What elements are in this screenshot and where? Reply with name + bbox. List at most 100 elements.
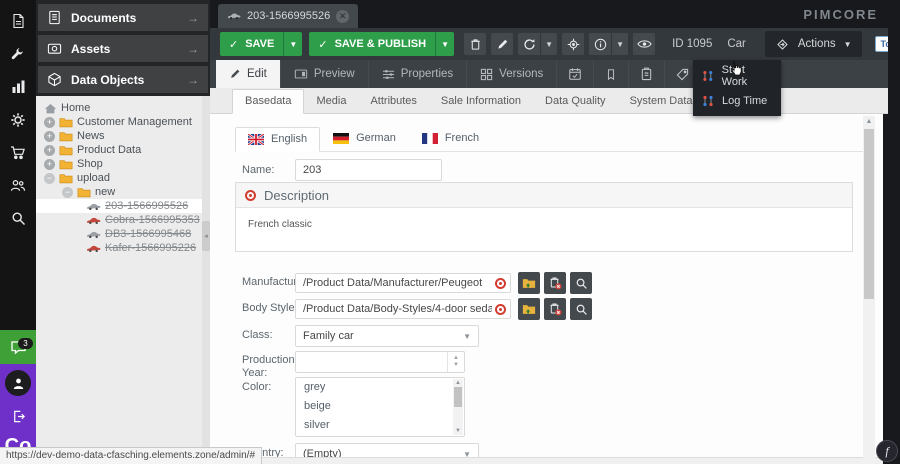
info-dropdown-caret[interactable]: ▼ bbox=[611, 33, 628, 55]
pencil-icon bbox=[496, 38, 509, 51]
body-style-remove-button[interactable] bbox=[544, 298, 566, 320]
chat-button[interactable]: 3 bbox=[0, 330, 36, 364]
body-style-open-button[interactable] bbox=[518, 298, 540, 320]
spinner-arrows[interactable]: ▲▼ bbox=[447, 352, 464, 372]
file-icon[interactable] bbox=[0, 4, 36, 37]
language-tab-french[interactable]: French bbox=[409, 126, 492, 151]
scroll-up-icon[interactable]: ▲ bbox=[863, 118, 875, 125]
tree-item-cobra-1566995353[interactable]: Cobra-1566995353 bbox=[36, 213, 210, 227]
view-tab-properties[interactable]: Properties bbox=[369, 60, 467, 88]
color-option-beige[interactable]: beige bbox=[296, 397, 464, 416]
tab-system-data[interactable]: System Data bbox=[618, 90, 705, 113]
plus-expander-icon[interactable]: + bbox=[44, 131, 55, 142]
language-tab-german[interactable]: German bbox=[320, 126, 409, 151]
tab-attributes[interactable]: Attributes bbox=[358, 90, 428, 113]
tab-basedata[interactable]: Basedata bbox=[232, 89, 304, 114]
reload-button[interactable]: ▼ bbox=[518, 33, 557, 55]
scroll-thumb[interactable] bbox=[864, 129, 874, 299]
save-publish-button[interactable]: ✓SAVE & PUBLISH ▼ bbox=[309, 32, 454, 56]
tree-item-db3-1566995468[interactable]: DB3-1566995468 bbox=[36, 227, 210, 241]
language-tab-english[interactable]: English bbox=[235, 127, 320, 152]
view-tab-reports[interactable] bbox=[629, 60, 665, 88]
body-style-input[interactable] bbox=[295, 299, 511, 319]
tree-item-product-data[interactable]: + Product Data bbox=[36, 143, 210, 157]
search-icon[interactable] bbox=[0, 202, 36, 235]
ecommerce-cart-icon[interactable] bbox=[0, 136, 36, 169]
editor-tab[interactable]: 203-1566995526 ✕ bbox=[218, 4, 358, 28]
splitter-collapse-icon[interactable]: ◂ bbox=[202, 221, 210, 251]
view-tab-schedule[interactable] bbox=[557, 60, 594, 88]
panel-bottom-edge bbox=[210, 457, 883, 464]
class-select[interactable]: Family car ▼ bbox=[295, 325, 479, 347]
accordion-assets[interactable]: Assets → bbox=[38, 35, 208, 62]
editor-tab-bar: 203-1566995526 ✕ PIMCORE bbox=[210, 0, 900, 28]
manufacturer-search-button[interactable] bbox=[570, 272, 592, 294]
save-button[interactable]: ✓SAVE ▼ bbox=[220, 32, 302, 56]
description-value[interactable]: French classic bbox=[236, 208, 852, 241]
camera-icon bbox=[47, 41, 62, 56]
class-label: Class: bbox=[242, 329, 273, 341]
description-panel: Description French classic bbox=[235, 182, 853, 252]
customers-icon[interactable] bbox=[0, 169, 36, 202]
plus-expander-icon[interactable]: + bbox=[44, 159, 55, 170]
color-option-silver[interactable]: silver bbox=[296, 416, 464, 435]
save-dropdown-caret[interactable]: ▼ bbox=[283, 32, 302, 56]
object-tree: Home + Customer Management + News + Prod… bbox=[36, 96, 210, 464]
body-style-search-button[interactable] bbox=[570, 298, 592, 320]
tab-media[interactable]: Media bbox=[304, 90, 358, 113]
logout-button[interactable] bbox=[6, 405, 30, 427]
object-id-label: ID 1095 bbox=[672, 38, 712, 50]
view-tab-preview[interactable]: Preview bbox=[281, 60, 369, 88]
view-tab-notes[interactable] bbox=[594, 60, 629, 88]
manufacturer-input[interactable] bbox=[295, 273, 511, 293]
view-tab-edit[interactable]: Edit bbox=[216, 60, 281, 88]
info-button[interactable]: ▼ bbox=[589, 33, 628, 55]
save-publish-dropdown-caret[interactable]: ▼ bbox=[435, 32, 454, 56]
locate-in-tree-button[interactable] bbox=[562, 33, 584, 55]
screenshot-extension-button[interactable]: f bbox=[876, 440, 898, 462]
view-tab-versions[interactable]: Versions bbox=[467, 60, 557, 88]
reports-icon[interactable] bbox=[0, 70, 36, 103]
sliders-icon bbox=[382, 68, 395, 81]
plus-expander-icon[interactable]: + bbox=[44, 117, 55, 128]
tab-sale-information[interactable]: Sale Information bbox=[429, 90, 533, 113]
tree-item-new[interactable]: − new bbox=[36, 185, 210, 199]
tree-item-news[interactable]: + News bbox=[36, 129, 210, 143]
actions-button[interactable]: Actions ▼ bbox=[765, 31, 862, 57]
delete-button[interactable] bbox=[464, 33, 486, 55]
status-url-tooltip: https://dev-demo-data-cfasching.elements… bbox=[0, 447, 262, 464]
tree-item-shop[interactable]: + Shop bbox=[36, 157, 210, 171]
tree-item-203-1566995526[interactable]: 203-1566995526 bbox=[36, 199, 210, 213]
tree-item-customer-management[interactable]: + Customer Management bbox=[36, 115, 210, 129]
preview-eye-button[interactable] bbox=[633, 33, 655, 55]
name-input[interactable] bbox=[295, 159, 442, 181]
tab-data-quality[interactable]: Data Quality bbox=[533, 90, 618, 113]
manufacturer-field bbox=[295, 272, 592, 294]
settings-gear-icon[interactable] bbox=[0, 103, 36, 136]
tools-icon[interactable] bbox=[0, 37, 36, 70]
menu-item-log-time[interactable]: Log Time bbox=[693, 88, 781, 113]
manufacturer-remove-button[interactable] bbox=[544, 272, 566, 294]
plus-expander-icon[interactable]: + bbox=[44, 145, 55, 156]
accordion-data-objects[interactable]: Data Objects → bbox=[38, 66, 208, 93]
minus-expander-icon[interactable]: − bbox=[62, 187, 73, 198]
reload-dropdown-caret[interactable]: ▼ bbox=[540, 33, 557, 55]
color-scrollbar[interactable]: ▲ ▼ bbox=[453, 379, 463, 435]
editor-tab-title: 203-1566995526 bbox=[247, 10, 330, 22]
content-scrollbar[interactable]: ▲ bbox=[863, 116, 875, 464]
language-tabs: English German French bbox=[235, 126, 868, 152]
search-icon bbox=[575, 277, 588, 290]
manufacturer-open-button[interactable] bbox=[518, 272, 540, 294]
rename-button[interactable] bbox=[491, 33, 513, 55]
tree-item-kafer-1566995226[interactable]: Kafer-1566995226 bbox=[36, 241, 210, 255]
production-year-spinner[interactable]: ▲▼ bbox=[295, 351, 465, 373]
close-icon[interactable]: ✕ bbox=[336, 10, 349, 23]
accordion-documents[interactable]: Documents → bbox=[38, 4, 208, 31]
user-avatar[interactable] bbox=[5, 370, 31, 396]
tree-scrollbar[interactable]: ◂ bbox=[202, 96, 210, 464]
color-option-grey[interactable]: grey bbox=[296, 378, 464, 397]
tree-item-upload[interactable]: − upload bbox=[36, 171, 210, 185]
tree-item-home[interactable]: Home bbox=[36, 101, 210, 115]
info-icon bbox=[594, 38, 607, 51]
minus-expander-icon[interactable]: − bbox=[44, 173, 55, 184]
